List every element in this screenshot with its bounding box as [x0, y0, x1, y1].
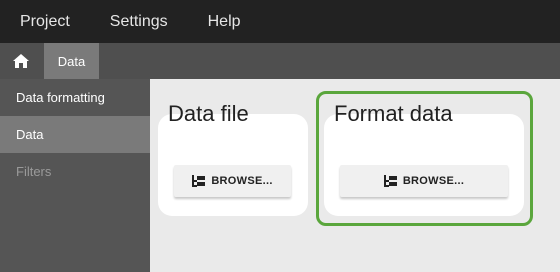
format-data-browse-label: BROWSE...	[402, 175, 465, 187]
home-button[interactable]	[0, 43, 42, 79]
format-data-browse-button[interactable]: BROWSE...	[340, 165, 508, 197]
sidebar: Data formatting Data Filters	[0, 79, 150, 272]
menu-bar: Project Settings Help	[0, 0, 560, 43]
tab-bar: Data	[0, 43, 560, 79]
menu-help[interactable]: Help	[188, 0, 261, 43]
sidebar-item-data[interactable]: Data	[0, 116, 150, 153]
main-content: Data file BROWSE... Format data BROWSE..…	[150, 79, 560, 272]
sidebar-item-data-formatting[interactable]: Data formatting	[0, 79, 150, 116]
data-file-browse-label: BROWSE...	[211, 175, 273, 187]
tab-data[interactable]: Data	[44, 43, 99, 79]
menu-project[interactable]: Project	[0, 0, 90, 43]
sidebar-item-filters: Filters	[16, 164, 52, 179]
menu-settings[interactable]: Settings	[90, 0, 188, 43]
format-data-title: Format data	[334, 101, 453, 126]
folder-tree-icon	[383, 175, 397, 187]
data-file-browse-button[interactable]: BROWSE...	[174, 165, 291, 197]
folder-tree-icon	[192, 175, 206, 187]
data-file-title: Data file	[168, 101, 249, 126]
home-icon	[13, 54, 29, 68]
